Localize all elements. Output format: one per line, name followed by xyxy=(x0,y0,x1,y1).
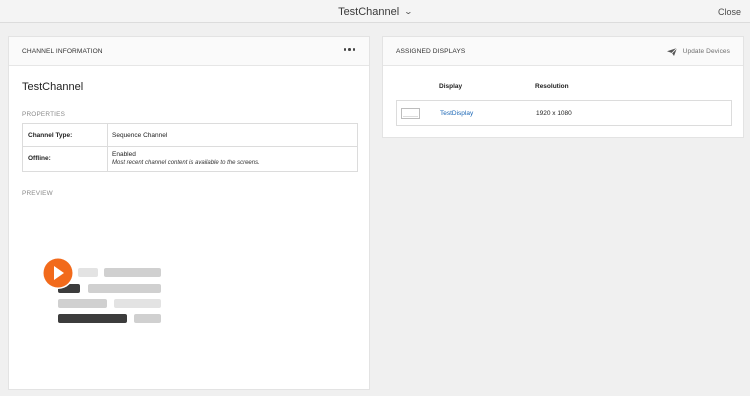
properties-label: PROPERTIES xyxy=(22,111,66,118)
column-header-resolution[interactable]: Resolution xyxy=(535,83,569,90)
assigned-displays-panel: ASSIGNED DISPLAYS Update Devices Display… xyxy=(382,36,744,138)
placeholder-bar xyxy=(88,284,161,293)
top-bar: TestChannel ⌄ Close xyxy=(0,0,750,23)
placeholder-bar xyxy=(134,314,161,323)
display-thumbnail-icon xyxy=(401,108,420,119)
property-row: Channel Type: Sequence Channel xyxy=(23,124,357,147)
channel-information-header: CHANNEL INFORMATION xyxy=(9,37,369,66)
properties-table: Channel Type: Sequence Channel Offline: … xyxy=(22,123,358,172)
property-key: Offline: xyxy=(28,155,51,162)
panel-title: ASSIGNED DISPLAYS xyxy=(396,47,466,55)
column-header-display[interactable]: Display xyxy=(439,83,462,90)
placeholder-bar xyxy=(58,299,107,308)
property-row: Offline: Enabled Most recent channel con… xyxy=(23,147,357,171)
property-value: Sequence Channel xyxy=(112,132,168,139)
placeholder-bar xyxy=(114,299,161,308)
assigned-displays-header: ASSIGNED DISPLAYS Update Devices xyxy=(383,37,743,66)
table-row[interactable]: TestDisplay 1920 x 1080 xyxy=(396,100,732,126)
property-value: Enabled xyxy=(112,151,136,158)
send-icon xyxy=(666,47,677,56)
displays-table-header: Display Resolution xyxy=(396,83,732,99)
preview-label: PREVIEW xyxy=(22,190,53,197)
display-resolution: 1920 x 1080 xyxy=(536,110,572,117)
placeholder-bar xyxy=(58,314,127,323)
placeholder-bar xyxy=(104,268,161,277)
divider xyxy=(107,124,108,146)
divider xyxy=(107,147,108,171)
property-key: Channel Type: xyxy=(28,132,73,139)
panel-title: CHANNEL INFORMATION xyxy=(22,47,103,55)
update-devices-label: Update Devices xyxy=(682,48,730,55)
update-devices-button[interactable]: Update Devices xyxy=(666,37,730,66)
display-link[interactable]: TestDisplay xyxy=(440,110,473,117)
chevron-down-icon[interactable]: ⌄ xyxy=(404,7,413,16)
placeholder-bar xyxy=(78,268,98,277)
channel-switcher[interactable]: TestChannel ⌄ xyxy=(0,0,750,23)
sequence-channel-preview-illustration xyxy=(42,258,161,323)
property-note: Most recent channel content is available… xyxy=(112,160,260,166)
close-button[interactable]: Close xyxy=(718,0,741,23)
channel-title[interactable]: TestChannel xyxy=(338,6,399,18)
channel-information-panel: CHANNEL INFORMATION TestChannel PROPERTI… xyxy=(8,36,370,390)
channel-name: TestChannel xyxy=(22,81,84,93)
more-options-icon[interactable] xyxy=(343,48,355,51)
